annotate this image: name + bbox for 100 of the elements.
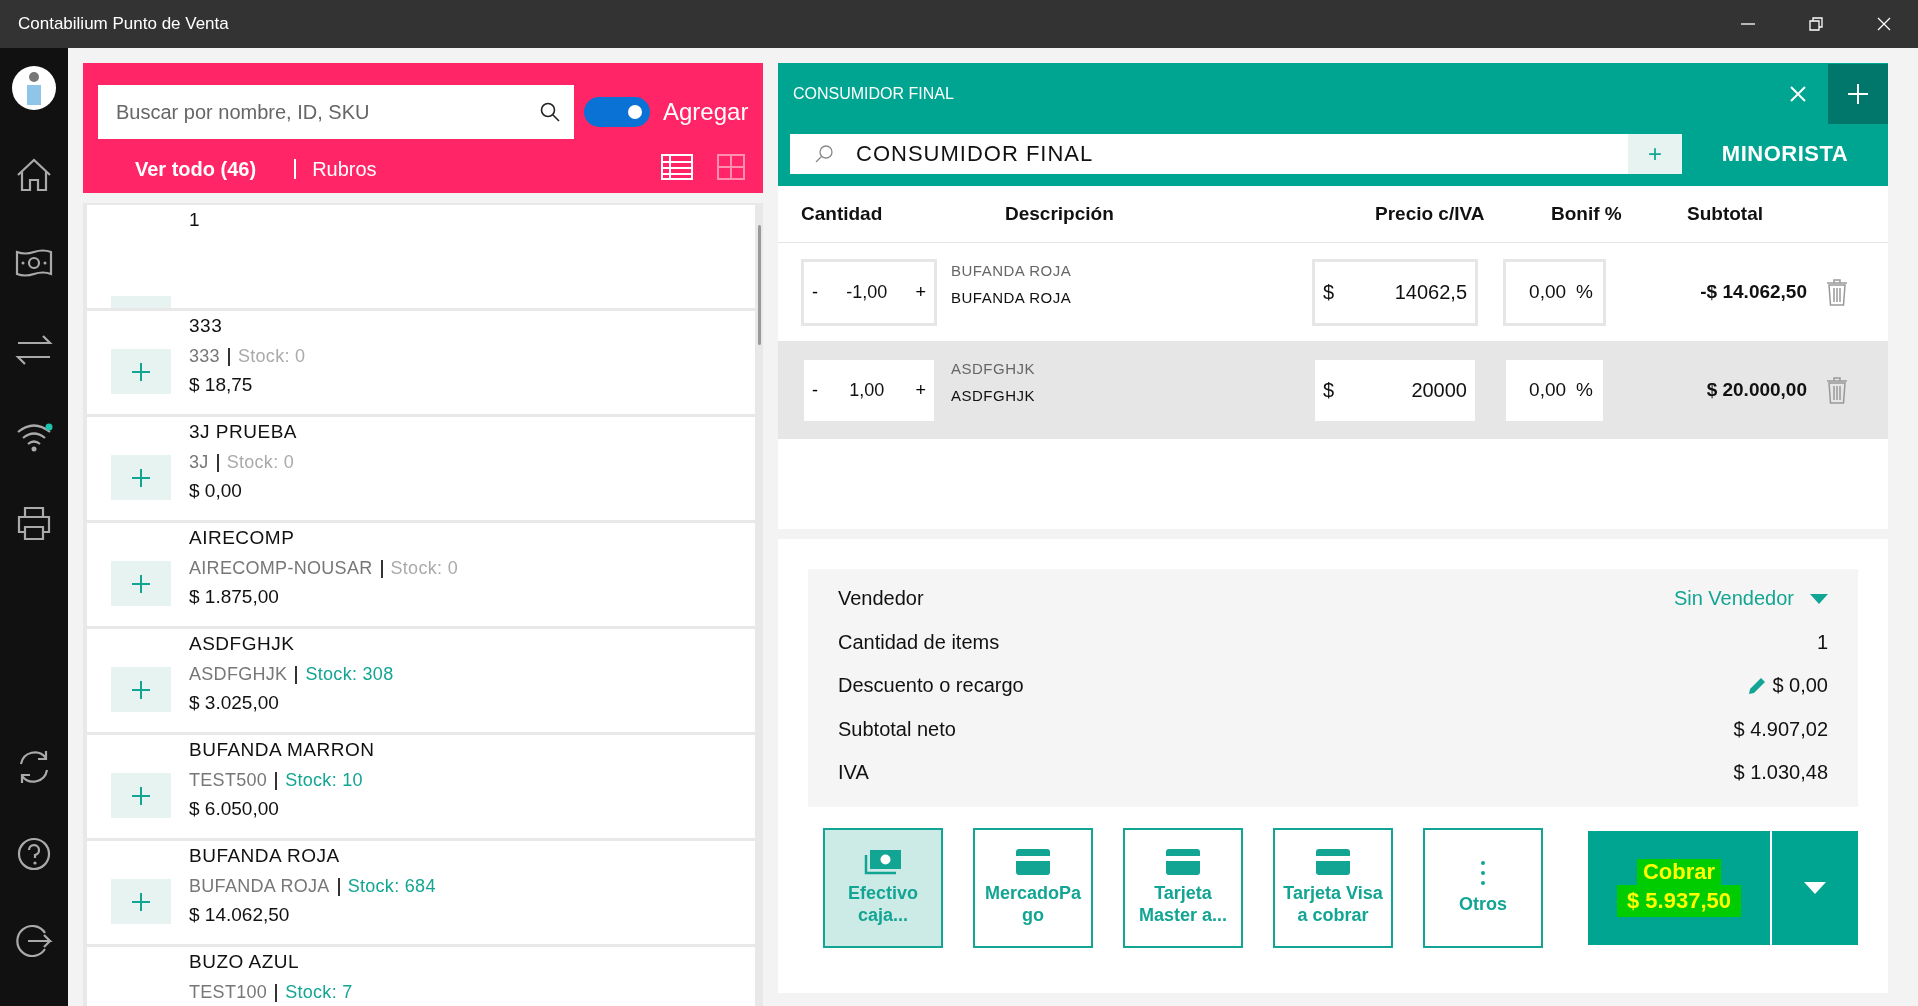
product-name: 3J PRUEBA [189,421,297,443]
price-value: 20000 [1410,378,1467,402]
percent-sign: % [1576,379,1593,401]
product-price: $ 6.050,00 [189,798,280,820]
row-subtotal: -$ 14.062,50 [1699,281,1807,303]
column-header: Cantidad [800,203,884,225]
price-value: 14062,5 [1393,280,1467,304]
product-card[interactable]: BUZO AZUL TEST100 Stock: 7 [87,947,755,1006]
product-price: $ 3.025,00 [189,692,280,714]
percent-sign: % [1576,281,1593,303]
column-header: Subtotal [1687,203,1764,225]
plus-icon [131,573,151,594]
plus-icon [131,891,151,912]
person-silhouette-icon [24,71,44,105]
item-description: BUFANDA ROJA [951,289,1073,306]
add-product-button[interactable] [111,773,171,818]
add-product-button[interactable] [111,455,171,500]
close-icon [1789,85,1807,103]
search-icon [814,144,834,164]
customer-field[interactable]: CONSUMIDOR FINAL [790,134,1628,174]
product-name: AIRECOMP [189,527,296,549]
plus-icon [131,785,151,806]
search-icon[interactable] [540,102,560,122]
credit-card-icon [1166,848,1200,875]
summary-label: Subtotal neto [838,717,956,741]
add-product-button[interactable] [111,349,171,394]
quantity-value: -1,00 [846,281,888,303]
banknotes-icon [864,848,902,875]
search-field[interactable]: Buscar por nombre, ID, SKU [98,85,574,139]
stock-count: Stock: 10 [285,770,363,791]
add-product-button[interactable] [111,561,171,606]
sale-row[interactable]: - 1,00 + ASDFGHJK ASDFGHJK $ 20000 0,00 % $ 20.000,00 [778,341,1888,439]
product-card[interactable]: BUFANDA MARRON TEST500 Stock: 10 $ 6.050,00 [87,735,755,838]
increment-button[interactable]: + [915,281,926,303]
product-name: 333 [189,315,224,337]
add-product-button[interactable] [111,879,171,924]
plus-icon [131,467,151,488]
new-sale-button[interactable] [1828,64,1888,124]
currency-symbol: $ [1323,280,1335,304]
caret-icon [1810,593,1828,604]
product-name: ASDFGHJK [189,633,296,655]
sale-title: CONSUMIDOR FINAL [792,85,955,103]
summary-value: $ 0,00 [1772,674,1828,698]
column-header: Bonif % [1551,203,1623,225]
quantity-field[interactable]: - -1,00 + [801,258,937,326]
filter-tab[interactable]: Ver todo (46) [135,157,257,181]
summary-value: $ 4.907,02 [1733,717,1828,741]
product-name: BUFANDA ROJA [189,845,341,867]
product-sku: ASDFGHJK [189,664,288,685]
discount-field[interactable]: 0,00 % [1503,258,1606,326]
product-card[interactable]: 333 333 Stock: 0 $ 18,75 [87,311,755,414]
product-card[interactable]: AIRECOMP AIRECOMP-NOUSAR Stock: 0 $ 1.875,00 [87,523,755,626]
stock-count: Stock: 0 [226,452,295,473]
product-sku: TEST100 [189,982,268,1003]
discount-value: 0,00 [1529,379,1567,401]
product-card[interactable]: 1 [87,205,755,308]
product-sku: AIRECOMP-NOUSAR [189,558,373,579]
product-sku: TEST500 [189,770,268,791]
trash-icon[interactable] [1826,278,1848,306]
stock-count: Stock: 308 [305,664,394,685]
product-name: 1 [189,209,201,231]
item-code: BUFANDA ROJA [951,262,1073,279]
plus-icon [131,679,151,700]
filter-tab[interactable]: Rubros [312,157,377,181]
sale-row[interactable]: - -1,00 + BUFANDA ROJA BUFANDA ROJA $ 14062,5 0,00 % -$ 14.062,50 [778,243,1888,341]
stock-count: Stock: 0 [237,346,306,367]
product-card[interactable]: BUFANDA ROJA BUFANDA ROJA Stock: 684 $ 14.062,50 [87,841,755,944]
table-view-icon [661,154,693,180]
summary-label: Vendedor [838,587,924,611]
column-header: Precio c/IVA [1375,203,1486,225]
add-product-button[interactable] [111,667,171,712]
product-sku: BUFANDA ROJA [189,876,330,897]
item-description: ASDFGHJK [951,387,1036,404]
charge-options-button[interactable] [1770,830,1858,945]
window-title: Contabilium Punto de Venta [18,14,230,34]
product-name: BUFANDA MARRON [189,739,375,761]
plus-icon [1847,83,1869,105]
product-card[interactable]: ASDFGHJK ASDFGHJK Stock: 308 $ 3.025,00 [87,629,755,732]
scrollbar[interactable] [758,225,761,345]
avatar[interactable] [12,66,56,110]
product-name: BUZO AZUL [189,951,301,973]
decrement-button[interactable]: - [812,379,818,401]
price-field[interactable]: $ 14062,5 [1312,258,1478,326]
grid-view-icon [715,154,747,180]
currency-symbol: $ [1323,378,1335,402]
product-price: $ 0,00 [189,480,243,502]
pencil-icon[interactable] [1748,676,1767,695]
product-price: $ 18,75 [189,374,254,396]
stock-count: Stock: 7 [285,982,353,1003]
decrement-button[interactable]: - [812,281,818,303]
credit-card-icon [1316,848,1350,875]
summary-value: 1 [1816,630,1828,654]
increment-button[interactable]: + [915,379,926,401]
add-toggle[interactable] [584,97,650,127]
summary-value: $ 1.030,48 [1733,761,1828,785]
summary-label: Descuento o recargo [838,674,1024,698]
credit-card-icon [1016,848,1050,875]
product-card[interactable]: 3J PRUEBA 3J Stock: 0 $ 0,00 [87,417,755,520]
trash-icon[interactable] [1826,376,1848,404]
discount-value: 0,00 [1529,281,1567,303]
